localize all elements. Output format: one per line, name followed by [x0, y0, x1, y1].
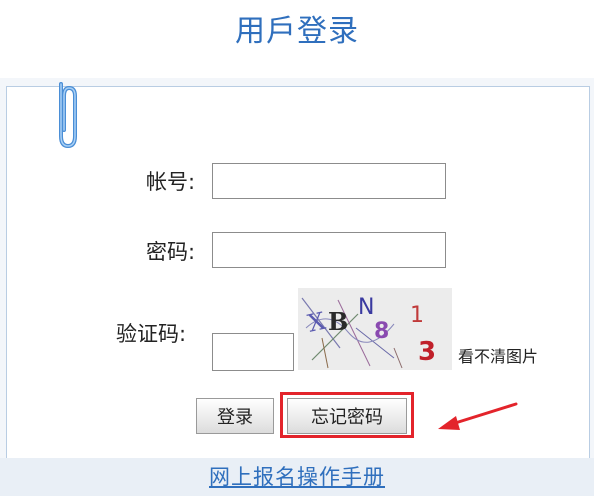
captcha-char: 3 [418, 337, 436, 367]
captcha-label: 验证码: [116, 322, 187, 346]
account-input[interactable] [212, 163, 446, 199]
captcha-refresh-link[interactable]: 看不清图片 [458, 343, 538, 367]
arrow-annotation-icon [438, 402, 518, 430]
password-input[interactable] [212, 232, 446, 268]
captcha-input[interactable] [212, 333, 294, 371]
login-button[interactable]: 登录 [196, 398, 274, 434]
page-header: 用戶登录 [0, 0, 594, 78]
highlight-annotation-box [280, 392, 414, 438]
captcha-char: X [305, 307, 328, 338]
password-label: 密码: [146, 240, 196, 264]
captcha-char: B [328, 307, 348, 336]
paperclip-icon [59, 82, 77, 149]
account-label: 帐号: [146, 170, 196, 194]
captcha-char: 8 [374, 319, 389, 344]
captcha-char: N [358, 295, 374, 320]
captcha-char: 1 [410, 303, 424, 328]
operation-manual-link[interactable]: 网上报名操作手册 [0, 461, 594, 491]
captcha-image[interactable]: X B N 8 1 3 [298, 288, 452, 370]
page-title: 用戶登录 [235, 14, 359, 49]
